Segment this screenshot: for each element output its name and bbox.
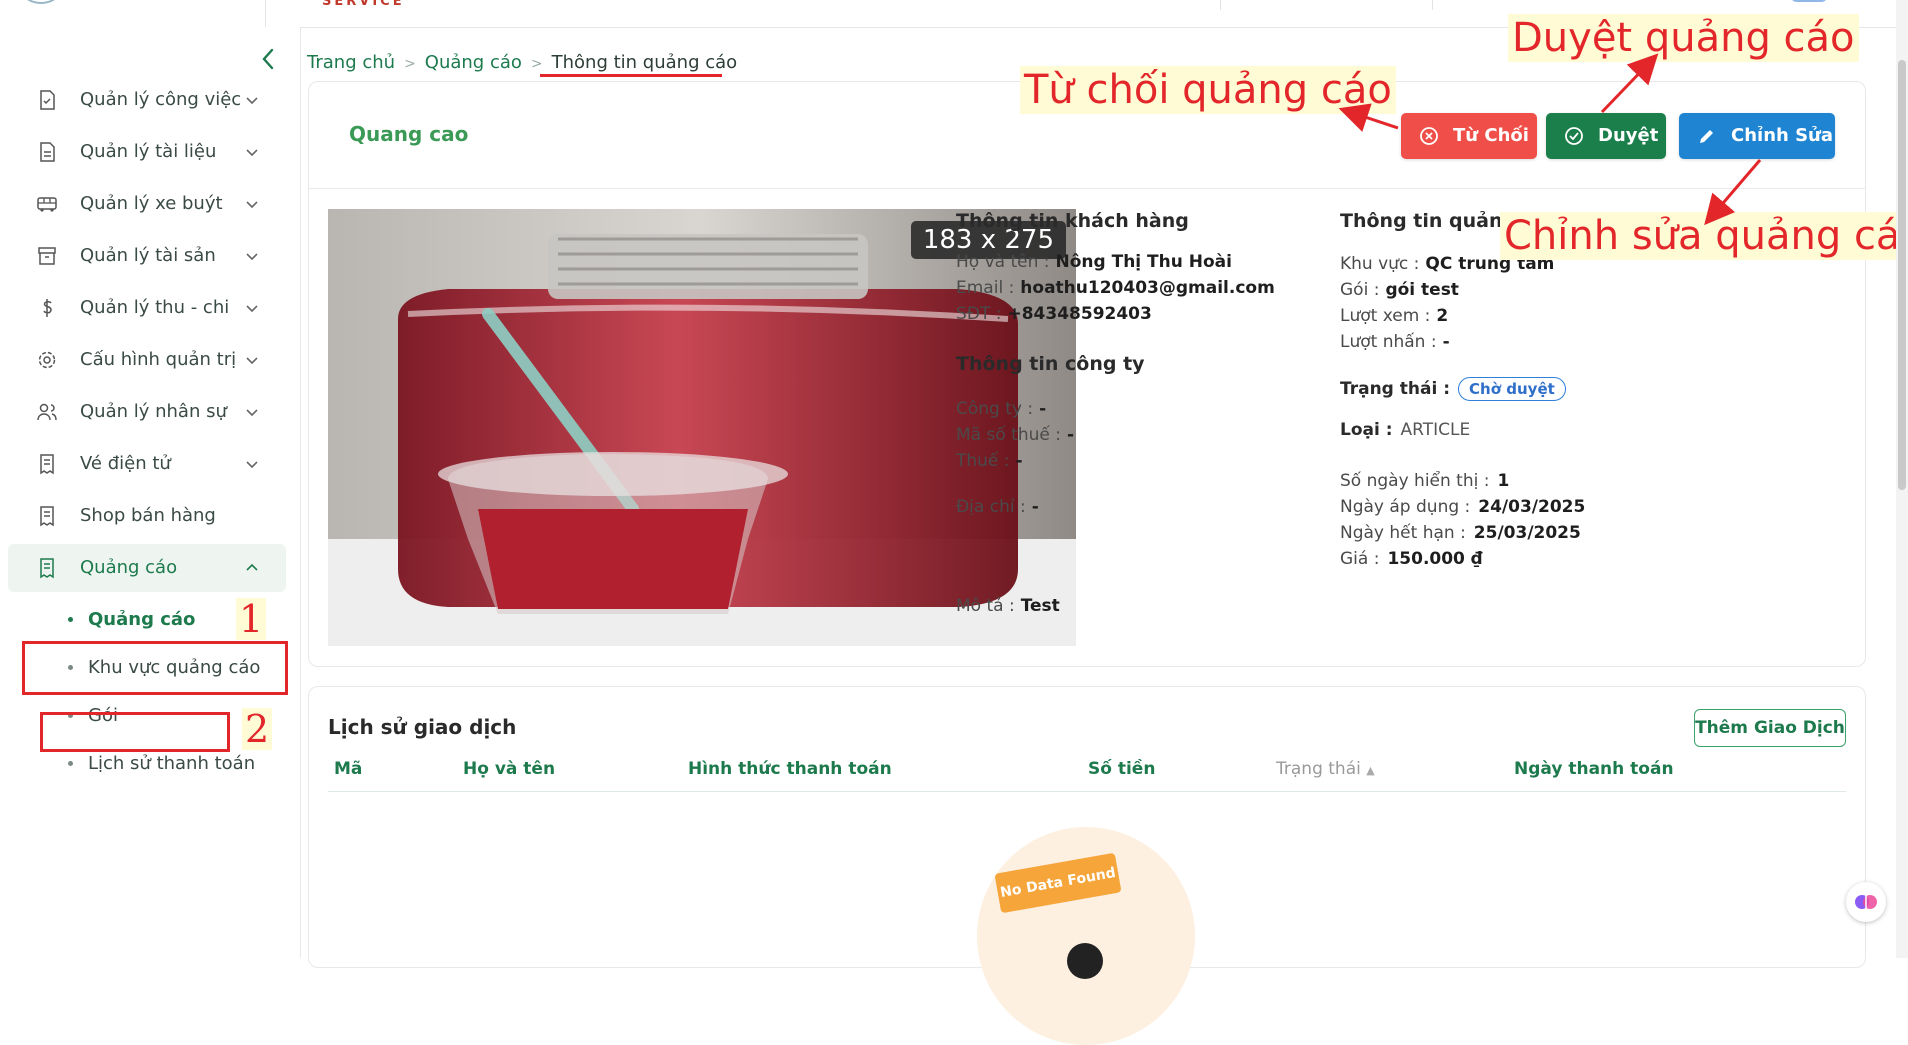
scroll-thumb[interactable] — [1898, 60, 1906, 490]
arrow-edit — [1704, 159, 1762, 226]
brain-icon — [1855, 895, 1877, 909]
assistant-button[interactable] — [1846, 882, 1886, 922]
arrow-approve — [1600, 53, 1659, 114]
annotation-arrows — [1338, 53, 1762, 226]
scrollbar[interactable] — [1896, 0, 1908, 958]
arrow-reject — [1338, 103, 1399, 132]
